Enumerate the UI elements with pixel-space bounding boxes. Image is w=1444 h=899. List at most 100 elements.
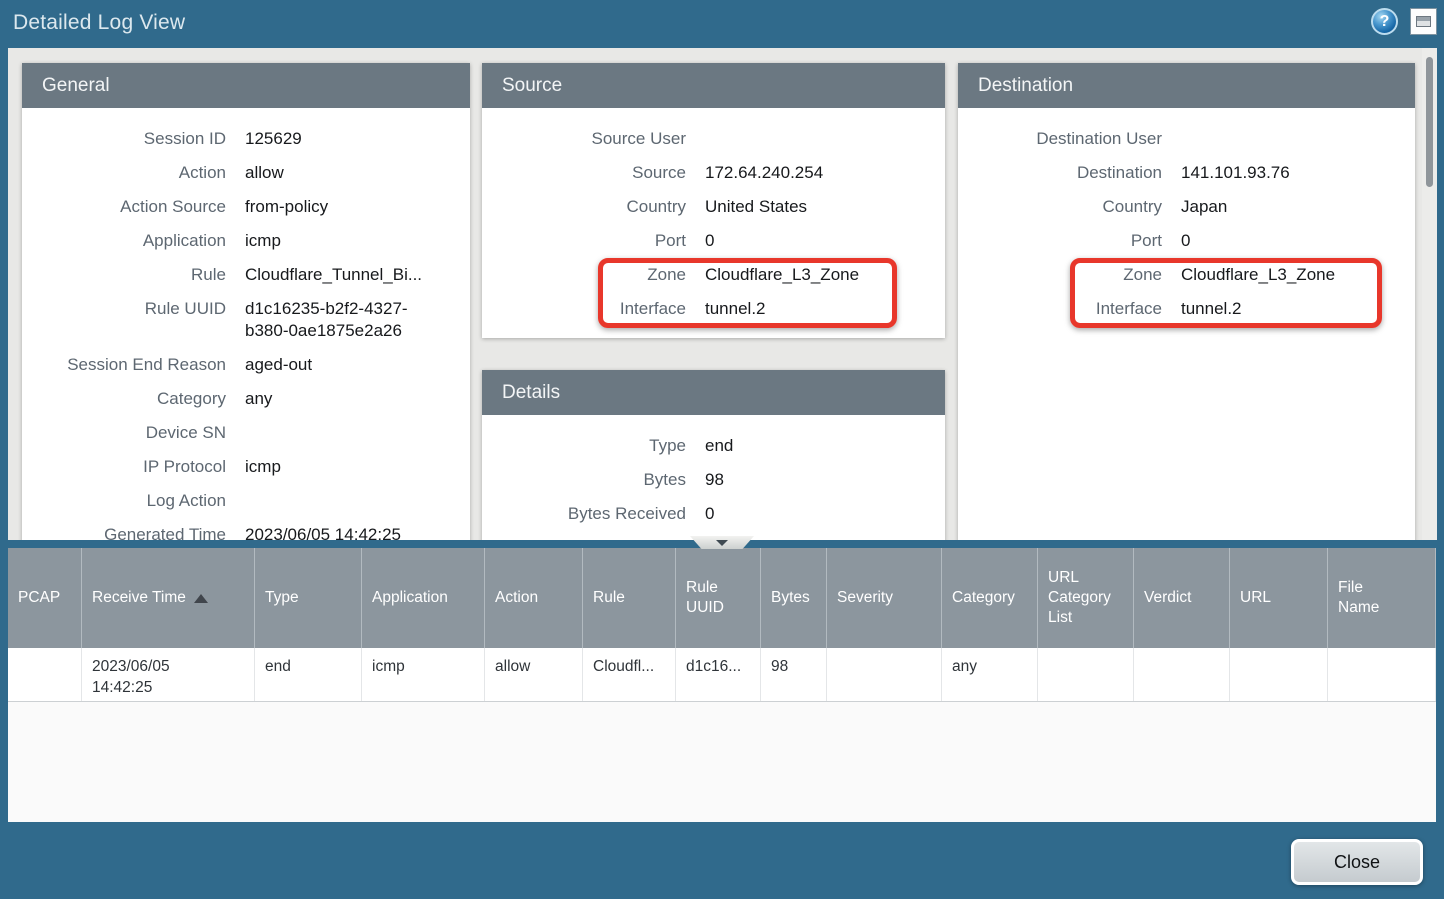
field-label: Type bbox=[482, 435, 686, 457]
field-row: Generated Time2023/06/05 14:42:25 bbox=[22, 524, 470, 540]
column-header-label: PCAP bbox=[18, 588, 60, 608]
field-label: Session End Reason bbox=[22, 354, 226, 376]
panel-source-header: Source bbox=[482, 63, 945, 108]
column-header-label: Severity bbox=[837, 588, 893, 608]
field-row: Destination 141.101.93.76 bbox=[958, 162, 1415, 184]
field-label: Bytes bbox=[482, 469, 686, 491]
field-row: Destination User bbox=[958, 128, 1415, 150]
column-header-label: Category bbox=[952, 588, 1015, 608]
field-row: Rule UUID d1c16235-b2f2-4327-b380-0ae1875… bbox=[22, 298, 470, 342]
window-glyph bbox=[1416, 16, 1431, 27]
column-header-label: Bytes bbox=[771, 588, 810, 608]
panel-general-header: General bbox=[22, 63, 470, 108]
field-row: Bytes 98 bbox=[482, 469, 945, 491]
log-table-body: 2023/06/05 14:42:25endicmpallowCloudfl..… bbox=[8, 648, 1436, 702]
window-icon[interactable] bbox=[1411, 9, 1436, 34]
column-header-type[interactable]: Type bbox=[255, 548, 362, 648]
field-row: Categoryany bbox=[22, 388, 470, 410]
field-value: United States bbox=[705, 196, 807, 218]
field-value: icmp bbox=[245, 230, 281, 252]
column-header-label: URL bbox=[1240, 588, 1271, 608]
cell bbox=[827, 648, 942, 701]
cell bbox=[1038, 648, 1134, 701]
field-value: 98 bbox=[705, 469, 724, 491]
field-label: Port bbox=[958, 230, 1162, 252]
dialog-title: Detailed Log View bbox=[13, 11, 185, 35]
field-value: icmp bbox=[245, 456, 281, 478]
close-button[interactable]: Close bbox=[1291, 839, 1423, 885]
column-header-application[interactable]: Application bbox=[362, 548, 485, 648]
cell bbox=[8, 648, 82, 701]
help-icon[interactable]: ? bbox=[1371, 8, 1398, 35]
field-value: 0 bbox=[1181, 230, 1190, 252]
cell bbox=[1230, 648, 1328, 701]
field-label: Country bbox=[482, 196, 686, 218]
column-header-label: Receive Time bbox=[92, 588, 186, 608]
panel-general: General Session ID125629 Actionallow Actio… bbox=[22, 63, 470, 540]
panel-details-header: Details bbox=[482, 370, 945, 415]
column-header-url[interactable]: URL bbox=[1230, 548, 1328, 648]
column-header-severity[interactable]: Severity bbox=[827, 548, 942, 648]
column-header-file-name[interactable]: File Name bbox=[1328, 548, 1436, 648]
field-label: Source bbox=[482, 162, 686, 184]
cell: d1c16... bbox=[676, 648, 761, 701]
field-label: Device SN bbox=[22, 422, 226, 444]
field-value: d1c16235-b2f2-4327-b380-0ae1875e2a26 bbox=[245, 298, 417, 342]
column-header-bytes[interactable]: Bytes bbox=[761, 548, 827, 648]
cell: allow bbox=[485, 648, 583, 701]
field-row: Typeend bbox=[482, 435, 945, 457]
field-row: Action Sourcefrom-policy bbox=[22, 196, 470, 218]
field-label: Action Source bbox=[22, 196, 226, 218]
field-label: Category bbox=[22, 388, 226, 410]
column-header-action[interactable]: Action bbox=[485, 548, 583, 648]
cell: end bbox=[255, 648, 362, 701]
field-row: Port0 bbox=[482, 230, 945, 252]
field-value: 0 bbox=[705, 503, 714, 525]
column-header-label: Rule UUID bbox=[686, 578, 732, 618]
column-header-rule-uuid[interactable]: Rule UUID bbox=[676, 548, 761, 648]
source-zone-highlight-box bbox=[598, 258, 897, 328]
column-header-url-category-list[interactable]: URL Category List bbox=[1038, 548, 1134, 648]
log-table: PCAP Receive Time Type Application Action Rul… bbox=[8, 548, 1436, 822]
column-header-rule[interactable]: Rule bbox=[583, 548, 676, 648]
cell: Cloudfl... bbox=[583, 648, 676, 701]
column-header-label: Application bbox=[372, 588, 448, 608]
field-row: Port 0 bbox=[958, 230, 1415, 252]
field-label: Generated Time bbox=[22, 524, 226, 540]
field-value: 141.101.93.76 bbox=[1181, 162, 1290, 184]
column-header-verdict[interactable]: Verdict bbox=[1134, 548, 1230, 648]
column-header-receive-time[interactable]: Receive Time bbox=[82, 548, 255, 648]
field-label: Rule UUID bbox=[22, 298, 226, 342]
content-area: General Session ID125629 Actionallow Actio… bbox=[8, 48, 1437, 540]
field-row: Country United States bbox=[482, 196, 945, 218]
field-value: 0 bbox=[705, 230, 714, 252]
field-row: Actionallow bbox=[22, 162, 470, 184]
detailed-log-view-dialog: Detailed Log View ? General Session ID12… bbox=[0, 0, 1444, 899]
cell: icmp bbox=[362, 648, 485, 701]
field-value: aged-out bbox=[245, 354, 312, 376]
content-scrollbar-thumb[interactable] bbox=[1426, 57, 1433, 187]
field-row: Session ID125629 bbox=[22, 128, 470, 150]
column-header-pcap[interactable]: PCAP bbox=[8, 548, 82, 648]
destination-zone-highlight-box bbox=[1070, 258, 1382, 328]
field-row: CountryJapan bbox=[958, 196, 1415, 218]
content-scrollbar[interactable] bbox=[1422, 48, 1437, 540]
field-row: Source172.64.240.254 bbox=[482, 162, 945, 184]
column-header-label: Rule bbox=[593, 588, 625, 608]
log-table-row[interactable]: 2023/06/05 14:42:25endicmpallowCloudfl..… bbox=[8, 648, 1436, 702]
column-header-label: URL Category List bbox=[1048, 568, 1127, 628]
field-label: Destination bbox=[958, 162, 1162, 184]
cell: 2023/06/05 14:42:25 bbox=[82, 648, 255, 701]
field-label: Source User bbox=[482, 128, 686, 150]
cell bbox=[1134, 648, 1230, 701]
field-row: Source User bbox=[482, 128, 945, 150]
field-label: Destination User bbox=[958, 128, 1162, 150]
collapse-arrow-icon bbox=[716, 540, 728, 546]
field-row: Application icmp bbox=[22, 230, 470, 252]
field-row: IP Protocolicmp bbox=[22, 456, 470, 478]
field-value: Japan bbox=[1181, 196, 1227, 218]
column-header-category[interactable]: Category bbox=[942, 548, 1038, 648]
field-label: Application bbox=[22, 230, 226, 252]
cell: any bbox=[942, 648, 1038, 701]
column-header-label: Type bbox=[265, 588, 299, 608]
